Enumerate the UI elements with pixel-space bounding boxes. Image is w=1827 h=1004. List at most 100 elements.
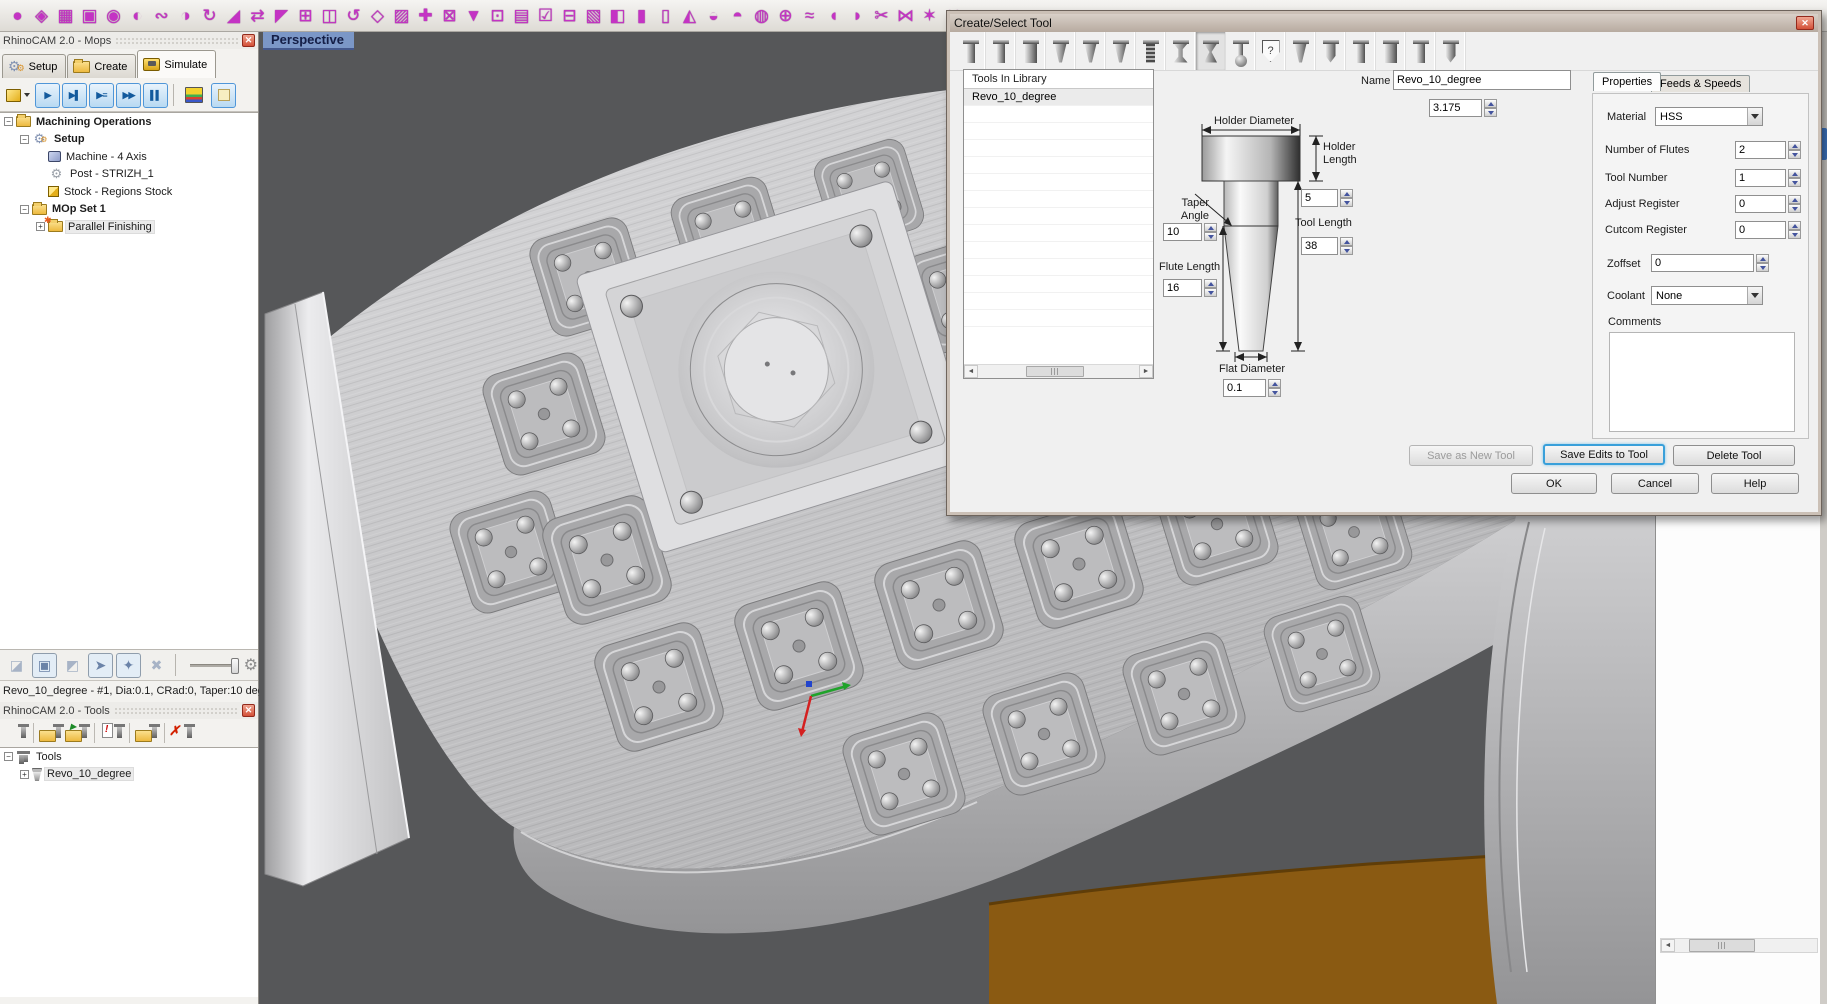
tools-close-icon[interactable]: ✕ bbox=[242, 704, 255, 717]
horizontal-scrollbar[interactable]: ◄ bbox=[1660, 938, 1818, 953]
toolpath-display-button[interactable]: ➤ bbox=[88, 653, 113, 678]
create-edit-tool-button[interactable] bbox=[3, 721, 29, 745]
spinner[interactable] bbox=[1268, 379, 1281, 397]
simulation-speed-slider[interactable] bbox=[190, 664, 237, 667]
expand-icon[interactable]: + bbox=[20, 770, 29, 779]
offset-icon[interactable]: ⊡ bbox=[486, 4, 509, 28]
holder-length-input[interactable] bbox=[1301, 189, 1338, 207]
tool-type-slot-mill[interactable] bbox=[1406, 32, 1436, 70]
loft-icon[interactable]: ◒ bbox=[702, 4, 725, 28]
tab-properties[interactable]: Properties bbox=[1593, 72, 1661, 91]
cage-edit-icon[interactable]: ▣ bbox=[78, 4, 101, 28]
collapse-icon[interactable]: − bbox=[20, 205, 29, 214]
delete-tool-button[interactable]: ✗ bbox=[169, 721, 195, 745]
spinner[interactable] bbox=[1788, 195, 1801, 213]
mirror-icon[interactable]: ◫ bbox=[318, 4, 341, 28]
coolant-dropdown[interactable]: None bbox=[1651, 286, 1763, 305]
shear-icon[interactable]: ▨ bbox=[390, 4, 413, 28]
save-tool-library-button[interactable]: ▶ bbox=[64, 721, 90, 745]
tab-setup[interactable]: Setup bbox=[2, 54, 66, 78]
collapse-icon[interactable]: − bbox=[20, 135, 29, 144]
tool-type-taper-mill-3[interactable] bbox=[1106, 32, 1136, 70]
tool-type-drill-2[interactable] bbox=[1346, 32, 1376, 70]
material-dropdown[interactable]: HSS bbox=[1655, 107, 1763, 126]
tool-name-input[interactable] bbox=[1393, 70, 1571, 90]
library-hscrollbar[interactable]: ◄ ► bbox=[964, 364, 1153, 378]
simulate-by-moves-button[interactable]: ▶≡ bbox=[89, 83, 114, 108]
twist-icon[interactable]: ↻ bbox=[198, 4, 221, 28]
simulate-to-end-button[interactable]: ▶▌ bbox=[62, 83, 87, 108]
zoffset-input[interactable] bbox=[1651, 254, 1754, 272]
fast-forward-button[interactable]: ▶▶ bbox=[116, 83, 141, 108]
chevron-down-icon[interactable] bbox=[1747, 287, 1762, 304]
tool-type-flat-mill-2[interactable] bbox=[986, 32, 1016, 70]
check-surface-icon[interactable]: ☑ bbox=[534, 4, 557, 28]
load-tool-library-button[interactable] bbox=[38, 721, 64, 745]
save-as-new-tool-button[interactable]: Save as New Tool bbox=[1409, 445, 1533, 466]
tool-type-dovetail-mill[interactable] bbox=[1166, 32, 1196, 70]
stretch-icon[interactable]: ⇄ bbox=[246, 4, 269, 28]
clear-simulation-button[interactable]: ◩ bbox=[60, 653, 85, 678]
tree-item-machine-4-axis[interactable]: Machine - 4 Axis bbox=[0, 148, 258, 166]
spinner[interactable] bbox=[1204, 223, 1217, 241]
trim-icon[interactable]: ✂ bbox=[870, 4, 893, 28]
project-icon[interactable]: ⊠ bbox=[438, 4, 461, 28]
scroll-left-icon[interactable]: ◄ bbox=[1661, 939, 1675, 952]
tool-type-taper-mill-2[interactable] bbox=[1076, 32, 1106, 70]
spinner[interactable] bbox=[1756, 254, 1769, 272]
comments-textarea[interactable] bbox=[1609, 332, 1795, 432]
help-button[interactable]: Help bbox=[1711, 473, 1799, 494]
flute-length-input[interactable] bbox=[1163, 279, 1202, 297]
flat-diameter-input[interactable] bbox=[1223, 379, 1266, 397]
revolve-icon[interactable]: ◍ bbox=[750, 4, 773, 28]
tool-type-face-mill[interactable] bbox=[1376, 32, 1406, 70]
extrude-icon[interactable]: ⊕ bbox=[774, 4, 797, 28]
fillet-icon[interactable]: ◖ bbox=[822, 4, 845, 28]
tree-item-setup[interactable]: −Setup bbox=[0, 131, 258, 149]
join-icon[interactable]: ⋈ bbox=[894, 4, 917, 28]
surface-grid-icon[interactable]: ▤ bbox=[510, 4, 533, 28]
slider-thumb[interactable] bbox=[231, 658, 239, 674]
tool-number-input[interactable] bbox=[1735, 169, 1786, 187]
tool-display-button[interactable]: ✦ bbox=[116, 653, 141, 678]
scroll-right-icon[interactable]: ► bbox=[1139, 365, 1153, 378]
tool-type-taper-mill[interactable] bbox=[1046, 32, 1076, 70]
blend-icon[interactable]: ≈ bbox=[798, 4, 821, 28]
adjust-register-input[interactable] bbox=[1735, 195, 1786, 213]
stock-display-button[interactable]: ◪ bbox=[4, 653, 29, 678]
orient-icon[interactable]: ◤ bbox=[270, 4, 293, 28]
save-edits-to-tool-button[interactable]: Save Edits to Tool bbox=[1543, 444, 1665, 465]
pipe-icon[interactable]: ▮ bbox=[630, 4, 653, 28]
tool-type-drill[interactable] bbox=[1316, 32, 1346, 70]
tool-length-input[interactable] bbox=[1301, 237, 1338, 255]
array-icon[interactable]: ⊞ bbox=[294, 4, 317, 28]
tool-type-engraving-tool[interactable] bbox=[1286, 32, 1316, 70]
fin-icon[interactable]: ◭ bbox=[678, 4, 701, 28]
tool-diameter-input[interactable] bbox=[1429, 99, 1482, 117]
list-tools-button[interactable]: ! bbox=[99, 721, 125, 745]
simulation-compare-button[interactable]: ▣ bbox=[32, 653, 57, 678]
simulation-preferences-icon[interactable]: ⚙ bbox=[244, 655, 258, 675]
tree-item-mop-set-1[interactable]: −MOp Set 1 bbox=[0, 201, 258, 219]
cutcom-register-input[interactable] bbox=[1735, 221, 1786, 239]
panel-grip[interactable] bbox=[115, 37, 238, 44]
tool-type-center-drill[interactable] bbox=[1436, 32, 1466, 70]
ribbon-icon[interactable]: ▯ bbox=[654, 4, 677, 28]
panel-grip[interactable] bbox=[114, 707, 238, 714]
tree-item-post-strizh-1[interactable]: Post - STRIZH_1 bbox=[0, 166, 258, 184]
tab-feeds-speeds[interactable]: Feeds & Speeds bbox=[1651, 75, 1750, 92]
tree-item-machining-operations[interactable]: −Machining Operations bbox=[0, 113, 258, 131]
sphere-icon[interactable]: ● bbox=[6, 4, 29, 28]
scale-icon[interactable]: ◇ bbox=[366, 4, 389, 28]
spinner[interactable] bbox=[1788, 141, 1801, 159]
number-of-flutes-input[interactable] bbox=[1735, 141, 1786, 159]
scroll-left-icon[interactable]: ◄ bbox=[964, 365, 978, 378]
spinner[interactable] bbox=[1340, 237, 1353, 255]
tool-type-taper-neck-mill[interactable] bbox=[1196, 32, 1226, 70]
tool-type-flat-mill[interactable] bbox=[956, 32, 986, 70]
cancel-button[interactable]: Cancel bbox=[1611, 473, 1699, 494]
hide-tool-button[interactable]: ✖ bbox=[144, 653, 169, 678]
spinner[interactable] bbox=[1788, 221, 1801, 239]
dialog-close-icon[interactable]: ✕ bbox=[1796, 16, 1814, 30]
spinner[interactable] bbox=[1204, 279, 1217, 297]
